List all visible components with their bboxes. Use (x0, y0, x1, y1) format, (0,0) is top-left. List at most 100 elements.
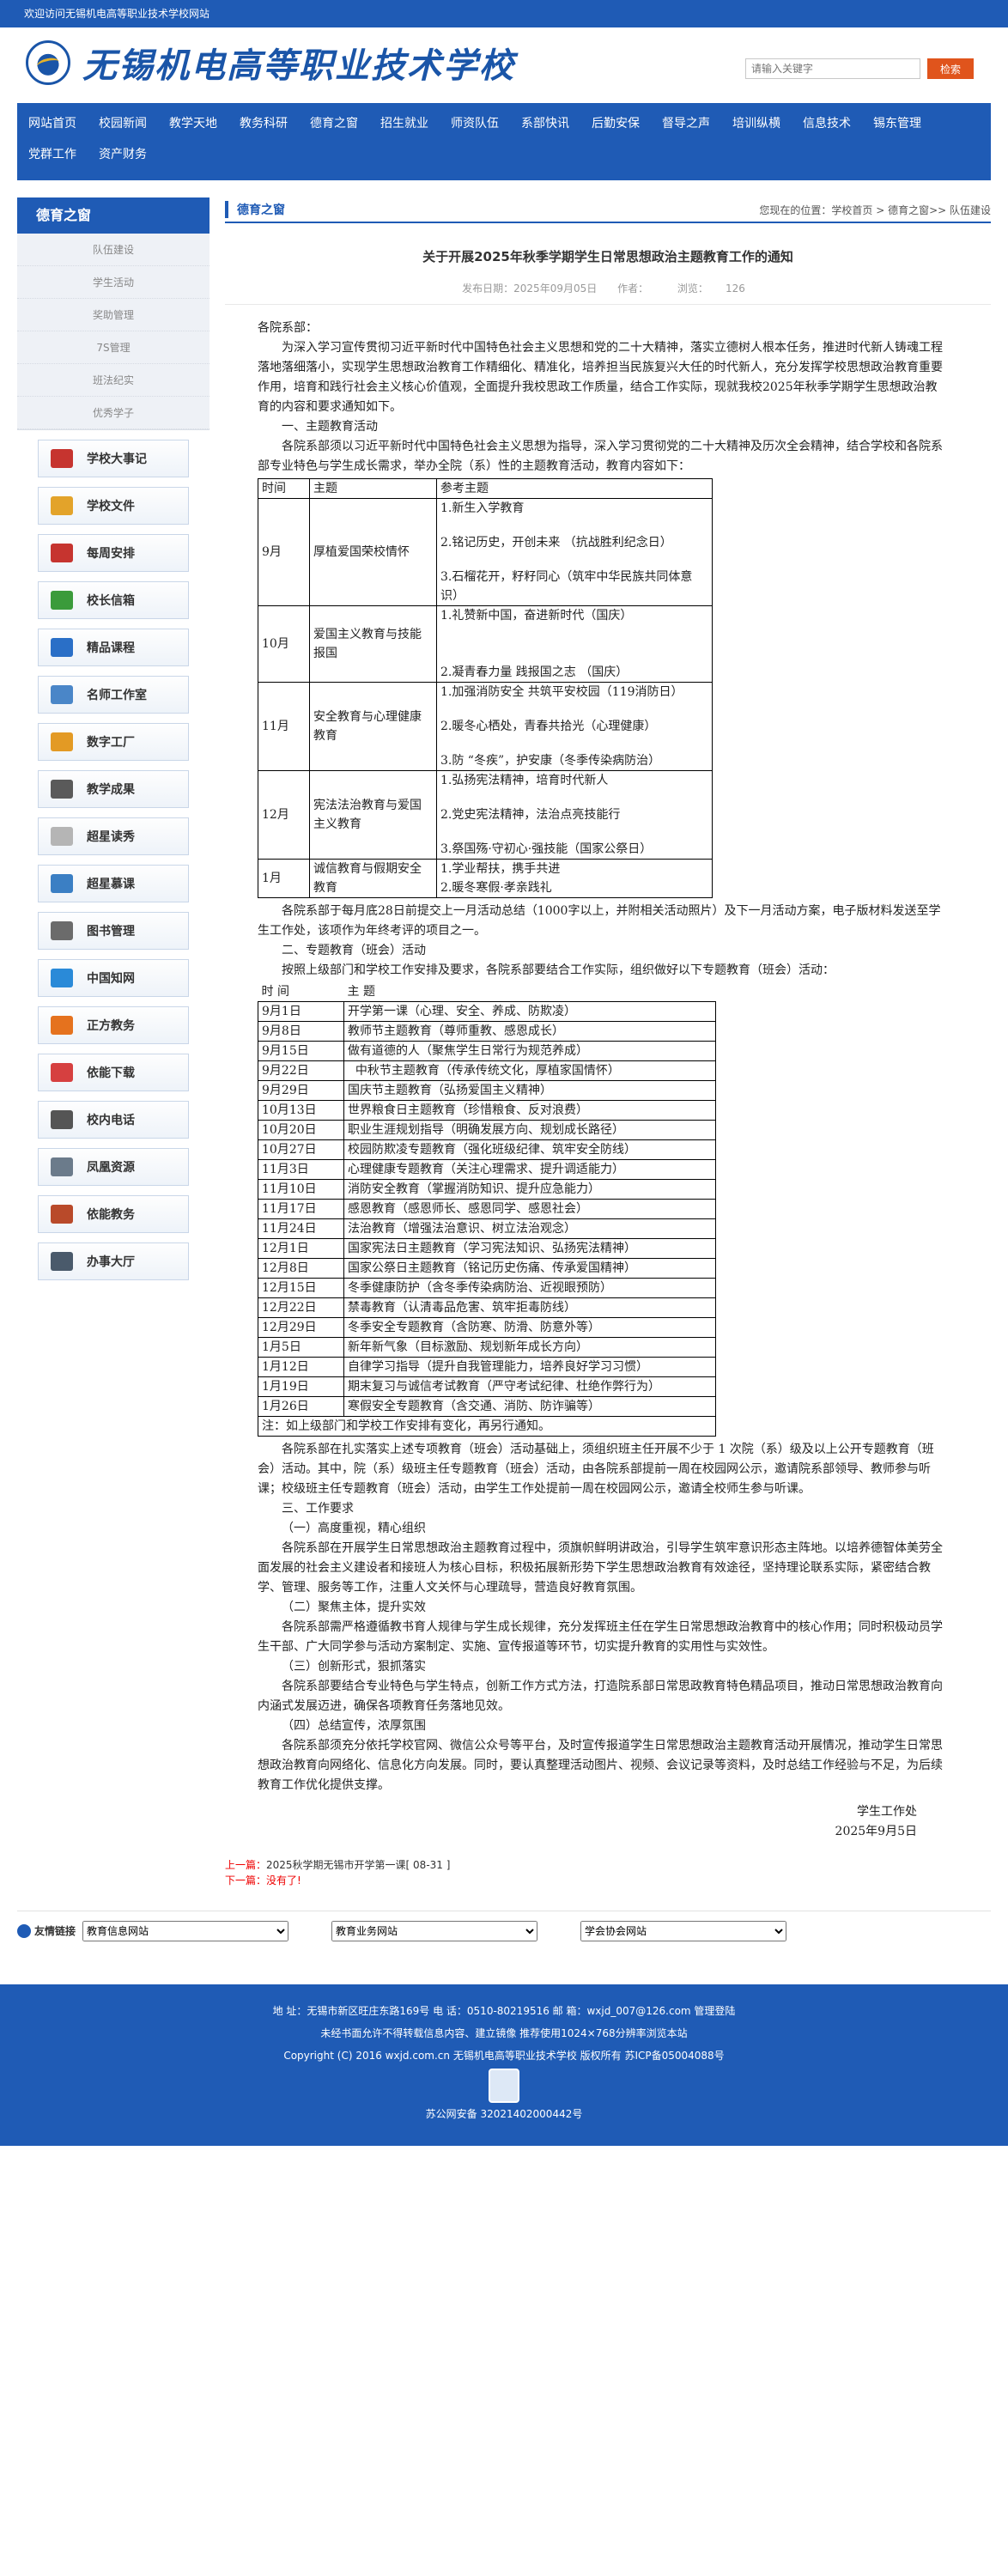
friend-links: 友情链接 教育信息网站 教育业务网站 学会协会网站 (17, 1911, 991, 1943)
nav-item[interactable]: 督导之声 (651, 108, 721, 139)
topic-cell: 国庆节主题教育（弘扬爱国主义精神） (343, 1080, 716, 1101)
date-cell: 10月27日 (258, 1139, 344, 1160)
school-logo[interactable]: 无锡机电高等职业技术学校 (26, 38, 515, 88)
nav-item[interactable]: 锡东管理 (862, 108, 932, 139)
reference-item: 1.新生入学教育 (440, 501, 525, 515)
quick-link-button[interactable]: 依能下载 (38, 1054, 189, 1091)
reference-item: 3.防 “冬疾”，护安康（冬季传染病防治） (440, 754, 661, 768)
table-row: 9月22日 中秋节主题教育（传承传统文化，厚植家国情怀） (258, 1060, 716, 1081)
quick-link-label: 精品课程 (87, 641, 135, 655)
sidebar-item[interactable]: 学生活动 (17, 266, 209, 299)
quick-link-button[interactable]: 学校大事记 (38, 440, 189, 477)
quick-link-button[interactable]: 每周安排 (38, 534, 189, 572)
sidebar-title: 德育之窗 (17, 197, 209, 234)
search-input[interactable] (745, 58, 920, 79)
quick-link-button[interactable]: 教学成果 (38, 770, 189, 808)
topic-cell: 期末复习与诚信考试教育（严守考试纪律、杜绝作弊行为） (343, 1376, 716, 1397)
sidebar-item[interactable]: 奖助管理 (17, 299, 209, 331)
nav-item[interactable]: 网站首页 (17, 108, 88, 139)
sidebar-item[interactable]: 优秀学子 (17, 397, 209, 429)
reference-item: 1.礼赞新中国，奋进新时代（国庆） (440, 609, 633, 623)
quick-link-button[interactable]: 凤凰资源 (38, 1148, 189, 1186)
date-cell: 12月15日 (258, 1278, 344, 1298)
table-header-cell: 时间 (258, 478, 310, 499)
date-cell: 12月1日 (258, 1238, 344, 1259)
nav-item[interactable]: 培训纵横 (721, 108, 792, 139)
nav-item[interactable]: 校园新闻 (88, 108, 158, 139)
topic-cell: 冬季安全专题教育（含防寒、防滑、防意外等） (343, 1317, 716, 1338)
topic-cell: 职业生涯规划指导（明确发展方向、规划成长路径） (343, 1120, 716, 1140)
monthly-theme-table: 时间 主题 参考主题 9月 厚植爱国荣校情怀 1.新生入学教育 2.铭记历史，开创未来 （抗… (258, 478, 713, 898)
table-row: 11月 安全教育与心理健康教育 1.加强消防安全 共筑平安校园（119消防日） 2.暖… (258, 682, 713, 771)
quick-link-icon (51, 544, 73, 562)
quick-link-button[interactable]: 名师工作室 (38, 676, 189, 714)
footer: 地 址：无锡市新区旺庄东路169号 电 话：0510-80219516 邮 箱：… (0, 1984, 1008, 2146)
links-select-associations[interactable]: 学会协会网站 (580, 1920, 787, 1941)
prev-article-link[interactable]: 2025秋学期无锡市开学第一课[ 08-31 ] (266, 1859, 450, 1871)
sidebar-item[interactable]: 7S管理 (17, 331, 209, 364)
quick-link-button[interactable]: 校内电话 (38, 1101, 189, 1139)
date-cell: 11月17日 (258, 1199, 344, 1219)
sidebar-item[interactable]: 班法纪实 (17, 364, 209, 397)
nav-item[interactable]: 德育之窗 (299, 108, 369, 139)
nav-item[interactable]: 后勤安保 (580, 108, 651, 139)
quick-link-button[interactable]: 精品课程 (38, 629, 189, 666)
search-button[interactable]: 检索 (927, 58, 974, 79)
table-row: 9月 厚植爱国荣校情怀 1.新生入学教育 2.铭记历史，开创未来 （抗战胜利纪念日） 3… (258, 498, 713, 606)
sidebar-item[interactable]: 队伍建设 (17, 234, 209, 266)
quick-link-button[interactable]: 正方教务 (38, 1006, 189, 1044)
prev-next-nav: 上一篇：2025秋学期无锡市开学第一课[ 08-31 ] 下一篇：没有了! (225, 1857, 991, 1888)
quick-link-icon (51, 732, 73, 751)
quick-link-icon (51, 1110, 73, 1129)
links-select-edu-info[interactable]: 教育信息网站 (82, 1920, 289, 1941)
school-emblem-icon (26, 40, 70, 85)
reference-cell: 1.新生入学教育 2.铭记历史，开创未来 （抗战胜利纪念日） 3.石榴花开，籽籽同心… (436, 498, 713, 606)
table-note: 注：如上级部门和学校工作安排有变化，再另行通知。 (258, 1416, 716, 1437)
reference-item: 3.石榴花开，籽籽同心（筑牢中华民族共同体意识） (440, 570, 693, 603)
nav-item[interactable]: 党群工作 (17, 139, 88, 170)
views-count: 126 (725, 283, 745, 295)
quick-link-button[interactable]: 超星读秀 (38, 817, 189, 855)
quick-links: 学校大事记学校文件每周安排校长信箱精品课程名师工作室数字工厂教学成果超星读秀超星… (17, 440, 209, 1280)
quick-link-label: 依能教务 (87, 1208, 135, 1222)
quick-link-button[interactable]: 校长信箱 (38, 581, 189, 619)
reference-cell: 1.加强消防安全 共筑平安校园（119消防日） 2.暖冬心栖处，青春共拾光（心理健… (436, 682, 713, 771)
quick-link-button[interactable]: 数字工厂 (38, 723, 189, 761)
sub-heading: （二）聚焦主体，提升实效 (282, 1601, 426, 1614)
links-select-edu-business[interactable]: 教育业务网站 (331, 1920, 538, 1941)
nav-item[interactable]: 教学天地 (158, 108, 228, 139)
nav-item[interactable]: 师资队伍 (440, 108, 510, 139)
quick-link-icon (51, 780, 73, 799)
quick-link-icon (51, 874, 73, 893)
reference-item: 3.祭国殇·守初心·强技能（国家公祭日） (440, 842, 653, 856)
date-cell: 11月24日 (258, 1218, 344, 1239)
date-cell: 1月12日 (258, 1357, 344, 1377)
reference-item: 2.暖冬寒假·孝亲践礼 (440, 881, 552, 895)
quick-link-button[interactable]: 依能教务 (38, 1195, 189, 1233)
table-header-cell: 时 间 (261, 985, 289, 999)
paragraph: 各院系部须充分依托学校官网、微信公众号等平台，及时宣传报道学生日常思想政治主题教… (258, 1739, 943, 1792)
nav-item[interactable]: 系部快讯 (510, 108, 580, 139)
friend-links-text: 友情链接 (34, 1925, 76, 1937)
quick-link-label: 学校大事记 (87, 453, 147, 466)
quick-link-button[interactable]: 办事大厅 (38, 1242, 189, 1280)
prev-article: 上一篇：2025秋学期无锡市开学第一课[ 08-31 ] (225, 1857, 991, 1873)
quick-link-label: 办事大厅 (87, 1255, 135, 1269)
police-badge-icon[interactable] (489, 2069, 519, 2103)
topic-cell: 做有道德的人（聚焦学生日常行为规范养成） (343, 1041, 716, 1061)
nav-item[interactable]: 资产财务 (88, 139, 158, 170)
quick-link-label: 数字工厂 (87, 736, 135, 750)
quick-link-button[interactable]: 中国知网 (38, 959, 189, 997)
sub-heading: （三）创新形式，狠抓落实 (282, 1660, 426, 1674)
nav-item[interactable]: 招生就业 (369, 108, 440, 139)
quick-link-button[interactable]: 学校文件 (38, 487, 189, 525)
paragraph: 各院系部于每月底28日前提交上一月活动总结（1000字以上，并附相关活动照片）及… (258, 904, 941, 938)
reference-item: 2.凝青春力量 践报国之志 （国庆） (440, 665, 628, 679)
table-row: 9月1日 开学第一课（心理、安全、养成、防欺凌） (258, 1001, 716, 1022)
quick-link-button[interactable]: 图书管理 (38, 912, 189, 950)
quick-link-label: 超星读秀 (87, 830, 135, 844)
nav-item[interactable]: 信息技术 (792, 108, 862, 139)
reference-item: 2.党史宪法精神，法治点亮技能行 (440, 808, 621, 822)
nav-item[interactable]: 教务科研 (228, 108, 299, 139)
quick-link-button[interactable]: 超星慕课 (38, 865, 189, 902)
